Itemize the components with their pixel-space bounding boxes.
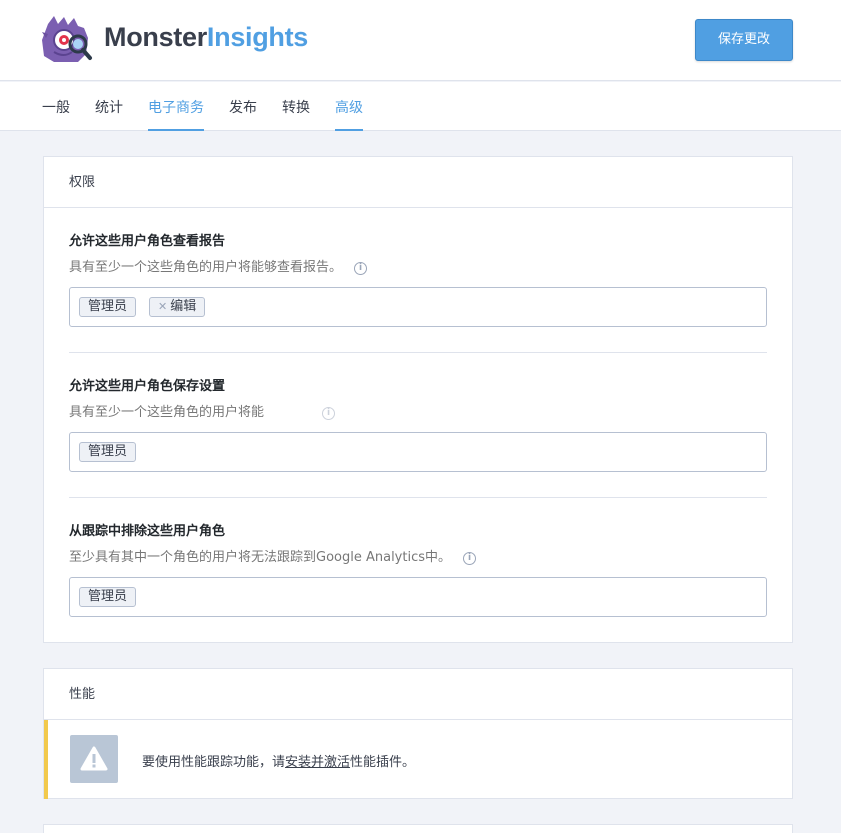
role-chip-label: 管理员 <box>88 589 128 604</box>
exclude-tracking-desc: 至少具有其中一个角色的用户将无法跟踪到Google Analytics中。 i <box>69 546 767 565</box>
next-panel <box>43 824 793 833</box>
notice-text: 要使用性能跟踪功能，请安装并激活性能插件。 <box>142 751 415 770</box>
save-settings-section: 允许这些用户角色保存设置 具有至少一个这些角色的用户将能 i <box>69 375 767 420</box>
notice-suffix: 性能插件。 <box>350 755 416 770</box>
role-chip-label: 管理员 <box>88 444 128 459</box>
save-settings-title: 允许这些用户角色保存设置 <box>69 379 226 394</box>
save-settings-roles-select[interactable]: 管理员 <box>69 432 767 472</box>
divider <box>69 497 767 498</box>
tab-conversion[interactable]: 转换 <box>282 97 310 131</box>
role-chip-label: 编辑 <box>170 299 197 314</box>
role-chip: 管理员 <box>79 587 137 607</box>
exclude-tracking-desc-text: 至少具有其中一个角色的用户将无法跟踪到Google Analytics中。 <box>69 550 452 565</box>
header: MonsterInsights 保存更改 <box>0 0 841 81</box>
tab-bar: 一般 统计 电子商务 发布 转换 高级 <box>0 82 841 131</box>
exclude-tracking-title: 从跟踪中排除这些用户角色 <box>69 524 226 539</box>
role-chip: ✕ 编辑 <box>149 297 206 317</box>
monster-logo-icon <box>40 14 96 64</box>
tab-general[interactable]: 一般 <box>42 97 70 131</box>
brand-part-2: Insights <box>206 22 309 52</box>
divider <box>69 352 767 353</box>
exclude-tracking-roles-select[interactable]: 管理员 <box>69 577 767 617</box>
info-icon[interactable]: i <box>322 407 336 420</box>
warning-icon <box>70 735 118 783</box>
tab-statistics[interactable]: 统计 <box>95 97 123 131</box>
role-chip-label: 管理员 <box>88 299 128 314</box>
tab-advanced[interactable]: 高级 <box>335 97 363 131</box>
view-reports-section: 允许这些用户角色查看报告 具有至少一个这些角色的用户将能够查看报告。 i <box>69 230 767 275</box>
exclude-tracking-section: 从跟踪中排除这些用户角色 至少具有其中一个角色的用户将无法跟踪到Google A… <box>69 520 767 565</box>
save-settings-desc-text: 具有至少一个这些角色的用户将能 <box>69 405 265 420</box>
info-icon[interactable]: i <box>463 552 477 565</box>
remove-chip-icon[interactable]: ✕ <box>158 300 167 313</box>
performance-panel: 性能 要使用性能跟踪功能，请安装并激活性能插件。 <box>43 668 793 799</box>
save-settings-desc: 具有至少一个这些角色的用户将能 i <box>69 401 767 420</box>
tab-publish[interactable]: 发布 <box>229 97 257 131</box>
install-activate-link[interactable]: 安装并激活 <box>285 755 350 770</box>
view-reports-desc: 具有至少一个这些角色的用户将能够查看报告。 i <box>69 256 767 275</box>
role-chip: 管理员 <box>79 442 137 462</box>
brand-name: MonsterInsights <box>104 22 308 53</box>
save-button[interactable]: 保存更改 <box>695 19 793 61</box>
view-reports-title: 允许这些用户角色查看报告 <box>69 234 226 249</box>
info-icon[interactable]: i <box>354 262 368 275</box>
brand-part-1: Monster <box>104 22 207 52</box>
tab-ecommerce[interactable]: 电子商务 <box>148 97 204 131</box>
warning-notice: 要使用性能跟踪功能，请安装并激活性能插件。 <box>44 720 792 799</box>
view-reports-roles-select[interactable]: 管理员 ✕ 编辑 <box>69 287 767 327</box>
permissions-title: 权限 <box>44 157 792 208</box>
permissions-panel: 权限 允许这些用户角色查看报告 具有至少一个这些角色的用户将能够查看报告。 i 管… <box>43 156 793 643</box>
role-chip: 管理员 <box>79 297 137 317</box>
notice-prefix: 要使用性能跟踪功能，请 <box>142 755 286 770</box>
view-reports-desc-text: 具有至少一个这些角色的用户将能够查看报告。 <box>69 260 343 275</box>
performance-title: 性能 <box>44 669 792 720</box>
